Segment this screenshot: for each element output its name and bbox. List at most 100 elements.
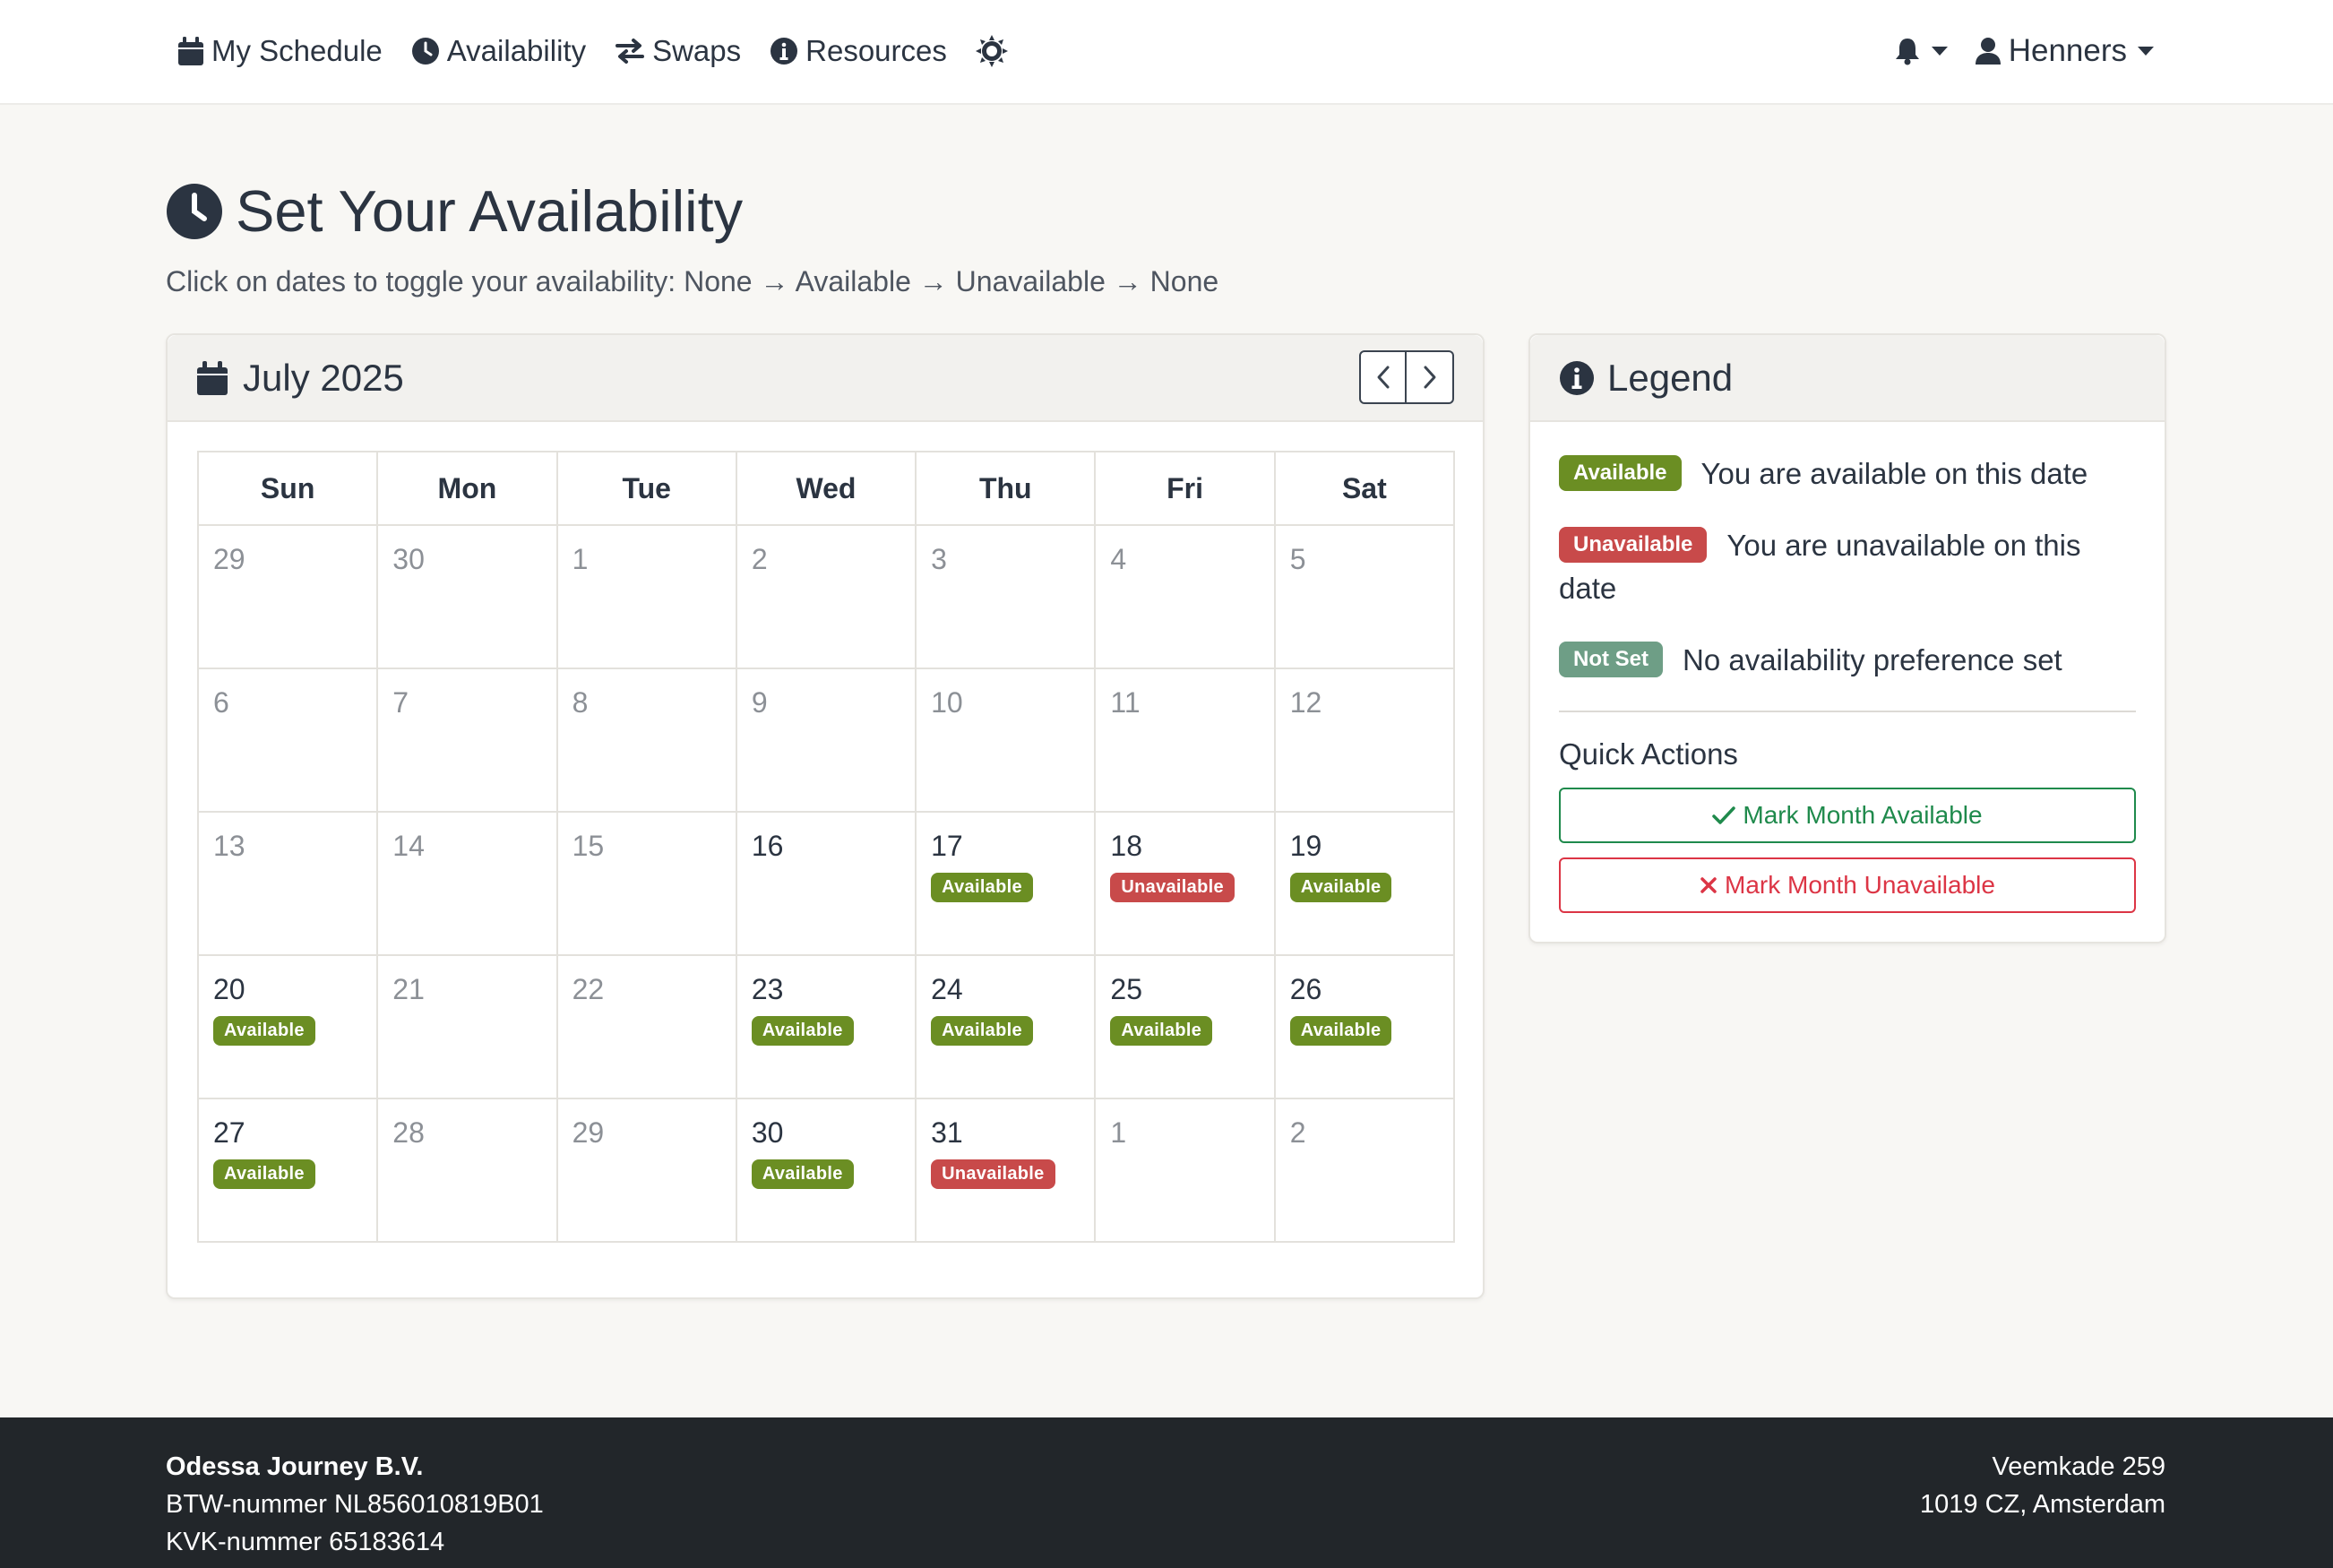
nav-availability[interactable]: Availability bbox=[411, 34, 586, 68]
day-number: 6 bbox=[213, 686, 229, 719]
calendar-day-cell[interactable]: 1 bbox=[555, 524, 737, 669]
calendar-day-cell[interactable]: 21 bbox=[376, 954, 558, 1099]
calendar-day-cell[interactable]: 22 bbox=[555, 954, 737, 1099]
mark-month-available-button[interactable]: Mark Month Available bbox=[1559, 788, 2136, 843]
calendar-day-cell[interactable]: 25 Available bbox=[1094, 954, 1276, 1099]
chevron-right-icon bbox=[1424, 366, 1435, 389]
calendar-day-cell[interactable]: 11 bbox=[1094, 668, 1276, 813]
nav-links: My Schedule Availability Swaps Resources bbox=[177, 0, 1044, 101]
chevron-left-icon bbox=[1377, 366, 1389, 389]
chevron-down-icon bbox=[2138, 46, 2154, 56]
calendar-day-cell[interactable]: 10 bbox=[915, 668, 1097, 813]
day-number: 29 bbox=[213, 543, 245, 575]
calendar-icon bbox=[197, 360, 228, 395]
calendar-day-cell[interactable]: 23 Available bbox=[735, 954, 917, 1099]
day-number: 1 bbox=[1110, 1116, 1127, 1149]
page-title: Set Your Availability bbox=[166, 177, 743, 245]
nav-resources[interactable]: Resources bbox=[770, 34, 947, 68]
calendar-day-cell[interactable]: 29 bbox=[196, 524, 379, 669]
day-number: 5 bbox=[1289, 543, 1306, 575]
day-number: 30 bbox=[751, 1116, 784, 1149]
day-number: 23 bbox=[751, 973, 784, 1005]
day-number: 8 bbox=[572, 686, 589, 719]
day-number: 15 bbox=[572, 830, 605, 862]
calendar-day-cell[interactable]: 1 bbox=[1094, 1098, 1276, 1243]
info-circle-icon bbox=[770, 37, 798, 65]
previous-month-button[interactable] bbox=[1359, 350, 1407, 404]
calendar-day-cell[interactable]: 29 bbox=[555, 1098, 737, 1243]
calendar-day-cell[interactable]: 19 Available bbox=[1273, 811, 1456, 956]
day-number: 14 bbox=[392, 830, 425, 862]
calendar-day-cell[interactable]: 31 Unavailable bbox=[915, 1098, 1097, 1243]
next-month-button[interactable] bbox=[1407, 350, 1454, 404]
weekday-header: Wed bbox=[735, 451, 917, 526]
legend-item-available: Available You are available on this date bbox=[1559, 452, 2136, 495]
weekday-header: Fri bbox=[1094, 451, 1276, 526]
calendar-day-cell[interactable]: 6 bbox=[196, 668, 379, 813]
calendar-day-cell[interactable]: 30 bbox=[376, 524, 558, 669]
mark-month-unavailable-button[interactable]: Mark Month Unavailable bbox=[1559, 857, 2136, 913]
calendar-day-cell[interactable]: 4 bbox=[1094, 524, 1276, 669]
calendar-day-cell[interactable]: 9 bbox=[735, 668, 917, 813]
bell-icon bbox=[1895, 38, 1919, 65]
calendar-day-cell[interactable]: 27 Available bbox=[196, 1098, 379, 1243]
calendar-day-cell[interactable]: 18 Unavailable bbox=[1094, 811, 1276, 956]
nav-swaps[interactable]: Swaps bbox=[615, 34, 741, 68]
close-icon bbox=[1700, 877, 1717, 893]
day-number: 25 bbox=[1110, 973, 1142, 1005]
unavailable-badge: Unavailable bbox=[1559, 527, 1708, 564]
day-number: 4 bbox=[1110, 543, 1127, 575]
calendar-day-cell[interactable]: 26 Available bbox=[1273, 954, 1456, 1099]
legend-item-not-set: Not Set No availability preference set bbox=[1559, 639, 2136, 682]
day-number: 1 bbox=[572, 543, 589, 575]
calendar-grid: Sun Mon Tue Wed Thu Fri Sat 29 30 1 2 3 4 5 6 7 8… bbox=[196, 451, 1456, 1243]
day-number: 19 bbox=[1289, 830, 1322, 862]
user-name: Henners bbox=[2008, 32, 2127, 68]
day-number: 12 bbox=[1289, 686, 1322, 719]
available-badge: Available bbox=[931, 1016, 1033, 1047]
calendar-day-cell[interactable]: 28 bbox=[376, 1098, 558, 1243]
notifications-dropdown[interactable] bbox=[1894, 37, 1948, 65]
calendar-day-cell[interactable]: 20 Available bbox=[196, 954, 379, 1099]
calendar-day-cell[interactable]: 7 bbox=[376, 668, 558, 813]
available-badge: Available bbox=[931, 873, 1033, 903]
calendar-day-cell[interactable]: 2 bbox=[1273, 1098, 1456, 1243]
available-badge: Available bbox=[1110, 1016, 1213, 1047]
calendar-day-cell[interactable]: 30 Available bbox=[735, 1098, 917, 1243]
calendar-day-cell[interactable]: 8 bbox=[555, 668, 737, 813]
calendar-day-cell[interactable]: 2 bbox=[735, 524, 917, 669]
not-set-badge: Not Set bbox=[1559, 642, 1663, 678]
legend-item-unavailable: Unavailable You are unavailable on this d… bbox=[1559, 524, 2136, 610]
footer-kvk-number: KVK-nummer 65183614 bbox=[166, 1528, 445, 1556]
calendar-day-cell[interactable]: 14 bbox=[376, 811, 558, 956]
calendar-day-cell[interactable]: 15 bbox=[555, 811, 737, 956]
day-number: 7 bbox=[392, 686, 409, 719]
calendar-day-cell[interactable]: 24 Available bbox=[915, 954, 1097, 1099]
legend-item-text: No availability preference set bbox=[1683, 643, 2062, 676]
theme-toggle-button[interactable] bbox=[975, 34, 1015, 67]
footer-company-name: Odessa Journey B.V. bbox=[166, 1452, 424, 1481]
mark-month-available-label: Mark Month Available bbox=[1743, 801, 1983, 829]
legend-title: Legend bbox=[1607, 356, 1734, 399]
day-number: 3 bbox=[931, 543, 947, 575]
calendar-day-cell[interactable]: 3 bbox=[915, 524, 1097, 669]
calendar-day-cell[interactable]: 5 bbox=[1273, 524, 1456, 669]
day-number: 16 bbox=[751, 830, 784, 862]
user-menu-dropdown[interactable]: Henners bbox=[1975, 33, 2154, 69]
calendar-day-cell[interactable]: 13 bbox=[196, 811, 379, 956]
nav-user-area: Henners bbox=[1894, 0, 2154, 101]
check-icon bbox=[1712, 806, 1736, 824]
weekday-header: Thu bbox=[915, 451, 1097, 526]
day-number: 22 bbox=[572, 973, 605, 1005]
weekday-header-row: Sun Mon Tue Wed Thu Fri Sat bbox=[196, 451, 1456, 526]
swap-arrows-icon bbox=[616, 38, 645, 64]
calendar-day-cell[interactable]: 17 Available bbox=[915, 811, 1097, 956]
calendar-day-cell[interactable]: 16 bbox=[735, 811, 917, 956]
calendar-card: July 2025 Sun Mon Tue Wed Thu Fri Sat 29… bbox=[166, 333, 1485, 1299]
calendar-icon bbox=[178, 36, 203, 65]
nav-my-schedule[interactable]: My Schedule bbox=[177, 34, 383, 68]
unavailable-badge: Unavailable bbox=[1110, 873, 1235, 903]
calendar-week-row: 20 Available 21 22 23 Available 24 Available 25 A… bbox=[196, 954, 1456, 1099]
clock-icon bbox=[167, 183, 222, 239]
calendar-day-cell[interactable]: 12 bbox=[1273, 668, 1456, 813]
